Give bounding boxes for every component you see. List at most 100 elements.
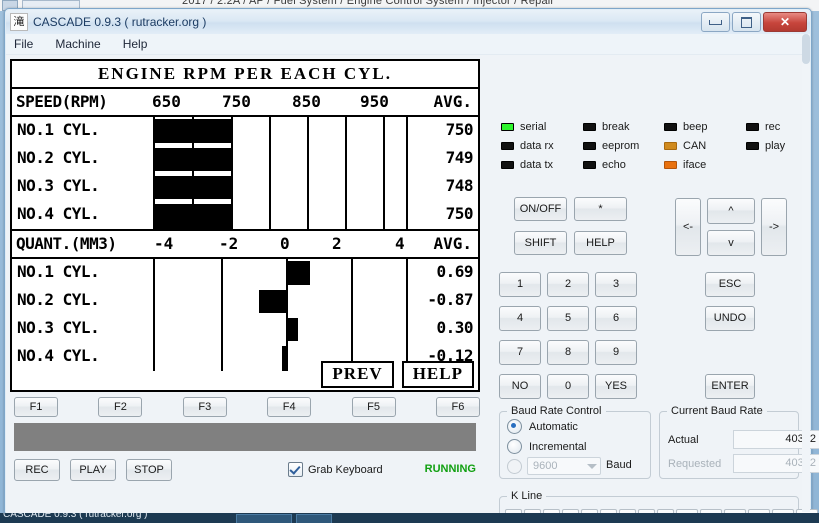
key-5[interactable]: 5	[547, 306, 589, 331]
fkey-f2[interactable]: F2	[98, 397, 142, 417]
led-indicator-icon	[664, 142, 677, 150]
taskbar-button-2[interactable]	[296, 514, 332, 523]
application-window: 滝 CASCADE 0.9.3 ( rutracker.org ) ✕ File…	[4, 8, 812, 514]
baud-rate-select[interactable]: 9600	[527, 457, 601, 475]
activity-progress-bar	[14, 423, 476, 451]
screen-root: 2017 / 2.2A / AP / Fuel System / Engine …	[0, 0, 819, 523]
rpm-row-name: NO.2 CYL.	[17, 148, 99, 167]
minimize-icon	[709, 20, 722, 25]
led-label: eeprom	[602, 140, 639, 152]
fkey-f6[interactable]: F6	[436, 397, 480, 417]
rpm-tick-950: 950	[360, 92, 389, 111]
help-button[interactable]: HELP	[574, 231, 627, 255]
quant-row-value: 0.69	[436, 262, 473, 281]
undo-button[interactable]: UNDO	[705, 306, 755, 331]
radio-automatic-label: Automatic	[529, 421, 578, 433]
key-0[interactable]: 0	[547, 374, 589, 399]
nav-down-button[interactable]: v	[707, 230, 755, 256]
key-no[interactable]: NO	[499, 374, 541, 399]
key-6[interactable]: 6	[595, 306, 637, 331]
quant-row-value: 0.30	[436, 318, 473, 337]
quant-tick-0: 0	[280, 234, 290, 253]
radio-incremental[interactable]: Incremental	[507, 439, 586, 454]
nav-left-button[interactable]: <-	[675, 198, 701, 256]
key-4[interactable]: 4	[499, 306, 541, 331]
enter-button[interactable]: ENTER	[705, 374, 755, 399]
radio-incremental-label: Incremental	[529, 441, 586, 453]
taskbar-button-1[interactable]	[236, 514, 292, 523]
lcd-softkey-bar: PREV HELP	[321, 361, 474, 388]
maximize-icon	[741, 17, 752, 28]
led-indicator-icon	[583, 123, 596, 131]
quant-bar-cyl1	[288, 261, 310, 285]
transport-bar: REC PLAY STOP Grab Keyboard RUNNING	[14, 459, 480, 483]
led-label: rec	[765, 121, 780, 133]
led-label: data tx	[520, 159, 553, 171]
key-1[interactable]: 1	[499, 272, 541, 297]
scrollbar-thumb[interactable]	[802, 34, 810, 64]
quant-bar-cyl4	[282, 346, 286, 371]
onoff-button[interactable]: ON/OFF	[514, 197, 567, 221]
rpm-bar-cyl2	[155, 148, 231, 171]
taskbar: CASCADE 0.9.3 ( rutracker.org )	[0, 513, 819, 523]
key-2[interactable]: 2	[547, 272, 589, 297]
baud-rate-control-group: Baud Rate Control Automatic Incremental …	[499, 411, 651, 479]
shift-button[interactable]: SHIFT	[514, 231, 567, 255]
lcd-softkey-prev[interactable]: PREV	[321, 361, 393, 388]
esc-button[interactable]: ESC	[705, 272, 755, 297]
requested-baud-label: Requested	[668, 458, 726, 470]
fkey-f5[interactable]: F5	[352, 397, 396, 417]
menu-item-file[interactable]: File	[14, 37, 33, 51]
radio-icon	[507, 439, 522, 454]
rec-button[interactable]: REC	[14, 459, 60, 481]
led-column-3: beep CAN iface	[664, 117, 707, 174]
key-9[interactable]: 9	[595, 340, 637, 365]
key-yes[interactable]: YES	[595, 374, 637, 399]
led-echo: echo	[583, 155, 639, 174]
actual-baud-row: Actual 40322	[668, 430, 819, 449]
led-label: CAN	[683, 140, 706, 152]
led-label: break	[602, 121, 630, 133]
minimize-button[interactable]	[701, 12, 730, 32]
nav-up-button[interactable]: ^	[707, 198, 755, 224]
quant-bar-cyl3	[288, 318, 298, 341]
key-7[interactable]: 7	[499, 340, 541, 365]
led-data-tx: data tx	[501, 155, 554, 174]
led-data-rx: data rx	[501, 136, 554, 155]
key-3[interactable]: 3	[595, 272, 637, 297]
lcd-display: ENGINE RPM PER EACH CYL. SPEED(RPM) 650 …	[10, 59, 480, 392]
led-indicator-icon	[583, 142, 596, 150]
led-label: play	[765, 140, 785, 152]
menu-item-machine[interactable]: Machine	[55, 37, 100, 51]
stop-button[interactable]: STOP	[126, 459, 172, 481]
led-break: break	[583, 117, 639, 136]
fkey-f4[interactable]: F4	[267, 397, 311, 417]
maximize-button[interactable]	[732, 12, 761, 32]
window-title: CASCADE 0.9.3 ( rutracker.org )	[33, 15, 206, 29]
quant-tick-m4: -4	[154, 234, 173, 253]
menu-item-help[interactable]: Help	[123, 37, 148, 51]
current-baud-rate-group: Current Baud Rate Actual 40322 Requested…	[659, 411, 799, 479]
grab-keyboard-checkbox[interactable]: Grab Keyboard	[288, 462, 383, 477]
rpm-tick-850: 850	[292, 92, 321, 111]
close-button[interactable]: ✕	[763, 12, 807, 32]
fkey-f3[interactable]: F3	[183, 397, 227, 417]
led-serial: serial	[501, 117, 554, 136]
rpm-gridline-2	[231, 117, 233, 229]
led-column-4: rec play	[746, 117, 785, 155]
rpm-chart: NO.1 CYL. 750 NO.2 CYL. 749 NO.3 CYL. 74…	[12, 117, 478, 229]
radio-icon	[507, 459, 522, 474]
play-button[interactable]: PLAY	[70, 459, 116, 481]
star-button[interactable]: *	[574, 197, 627, 221]
rpm-gridline-6	[383, 117, 385, 229]
radio-automatic[interactable]: Automatic	[507, 419, 578, 434]
rpm-plot-area	[153, 117, 408, 229]
fkey-f1[interactable]: F1	[14, 397, 58, 417]
key-8[interactable]: 8	[547, 340, 589, 365]
radio-custom-baud[interactable]	[507, 459, 522, 474]
taskbar-item-label[interactable]: CASCADE 0.9.3 ( rutracker.org )	[3, 513, 148, 520]
window-body: ENGINE RPM PER EACH CYL. SPEED(RPM) 650 …	[6, 55, 810, 513]
window-scrollbar[interactable]	[802, 34, 810, 512]
nav-right-button[interactable]: ->	[761, 198, 787, 256]
lcd-softkey-help[interactable]: HELP	[402, 361, 474, 388]
